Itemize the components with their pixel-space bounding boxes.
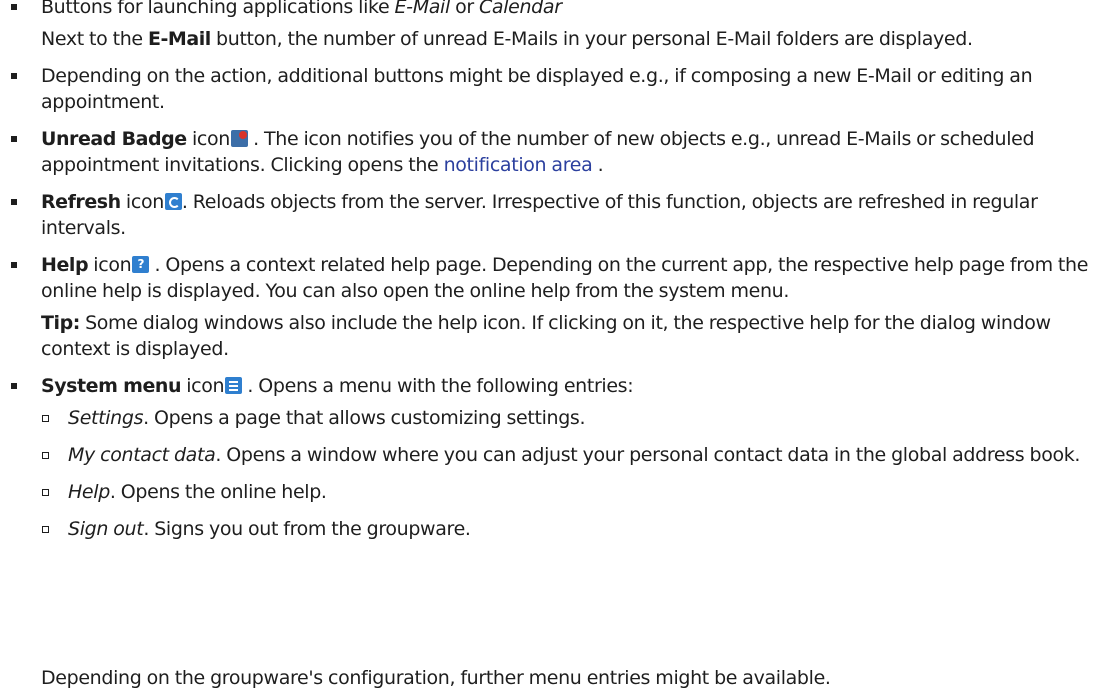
refresh-term: Refresh	[41, 191, 121, 213]
list-item-help: Help icon . Opens a context related help…	[0, 252, 1108, 362]
list-item-app-buttons: Buttons for launching applications like …	[0, 0, 1108, 52]
list-item-system-menu: System menu icon . Opens a menu with the…	[0, 373, 1108, 542]
unread-badge-term: Unread Badge	[41, 128, 187, 150]
help-term: Help	[41, 254, 89, 276]
sub-item-sign-out: Sign out. Signs you out from the groupwa…	[41, 516, 1108, 542]
help-description: Help icon . Opens a context related help…	[41, 252, 1108, 304]
trailing-note: Depending on the groupware's configurati…	[41, 667, 831, 689]
help-tip: Tip: Some dialog windows also include th…	[41, 312, 1051, 360]
help-icon	[132, 256, 150, 273]
notification-area-link[interactable]: notification area	[444, 154, 593, 176]
tip-label: Tip:	[41, 312, 80, 334]
list-item-additional-buttons: Depending on the action, additional butt…	[0, 63, 1108, 115]
system-menu-term: System menu	[41, 375, 182, 397]
email-count-note: Next to the E-Mail button, the number of…	[41, 28, 973, 50]
sub-item-my-contact-data: My contact data. Opens a window where yo…	[41, 442, 1108, 468]
calendar-app-name: Calendar	[479, 0, 562, 18]
sub-item-settings: Settings. Opens a page that allows custo…	[41, 405, 1108, 431]
sub-item-help: Help. Opens the online help.	[41, 479, 1108, 505]
system-menu-entries: Settings. Opens a page that allows custo…	[41, 405, 1108, 542]
refresh-icon	[164, 193, 182, 210]
list-item-unread-badge: Unread Badge icon . The icon notifies yo…	[0, 126, 1108, 178]
menu-icon	[225, 377, 243, 394]
system-menu-description: System menu icon . Opens a menu with the…	[41, 375, 634, 397]
unread-badge-icon	[230, 130, 248, 147]
app-buttons-line: Buttons for launching applications like …	[41, 0, 1108, 20]
document-body: Buttons for launching applications like …	[0, 0, 1114, 542]
email-app-name: E-Mail	[394, 0, 451, 18]
feature-list: Buttons for launching applications like …	[0, 0, 1114, 542]
list-item-refresh: Refresh icon. Reloads objects from the s…	[0, 189, 1108, 241]
email-button-name: E-Mail	[147, 28, 211, 50]
